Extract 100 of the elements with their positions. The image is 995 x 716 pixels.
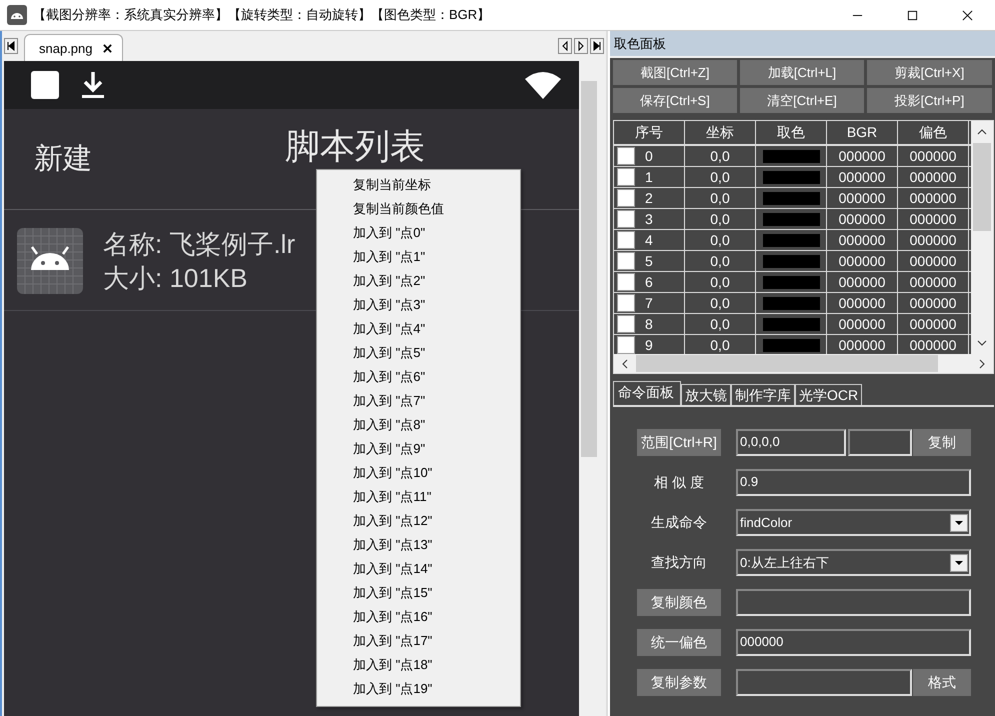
format-button[interactable]: 格式 [913,669,971,696]
panel-tab[interactable]: 光学OCR [795,384,862,405]
menu-item[interactable]: 加入到 "点11" [317,485,520,509]
table-cell: 0,0 [685,167,756,187]
menu-item[interactable]: 加入到 "点5" [317,341,520,365]
menu-item[interactable]: 加入到 "点9" [317,437,520,461]
table-cell: 000000 [827,209,898,229]
table-cell: 0,0 [685,314,756,334]
table-cell: 000000 [898,230,969,250]
menu-item[interactable]: 加入到 "点18" [317,653,520,677]
menu-item[interactable]: 加入到 "点13" [317,533,520,557]
input-field[interactable]: 0.9 [736,469,971,496]
copy-button[interactable]: 复制 [913,429,971,456]
menu-item[interactable]: 加入到 "点1" [317,245,520,269]
scrollbar-thumb[interactable] [973,143,991,231]
column-header: 坐标 [685,121,756,144]
panel-tab[interactable]: 放大镜 [681,384,731,405]
input-field[interactable] [736,589,971,616]
checkbox[interactable] [617,315,635,333]
table-cell: 000000 [898,251,969,271]
checkbox[interactable] [617,147,635,165]
table-cell: 000000 [898,167,969,187]
scroll-down-icon[interactable] [977,340,987,346]
panel-tab[interactable]: 命令面板 [613,381,681,405]
screen-title: 脚本列表 [285,129,425,165]
checkbox[interactable] [617,231,635,249]
tool-button[interactable]: 保存[Ctrl+S] [613,88,737,113]
checkbox[interactable] [617,210,635,228]
checkbox[interactable] [617,273,635,291]
wifi-icon [525,71,561,99]
menu-item[interactable]: 加入到 "点6" [317,365,520,389]
previous-icon[interactable] [558,38,572,54]
scrollbar-thumb[interactable] [636,355,938,372]
menu-item[interactable]: 加入到 "点15" [317,581,520,605]
menu-item[interactable]: 加入到 "点12" [317,509,520,533]
scroll-right-icon[interactable] [979,358,985,368]
tool-button[interactable]: 投影[Ctrl+P] [867,88,992,113]
table-cell: 000000 [827,251,898,271]
table-cell: 000000 [827,293,898,313]
menu-item[interactable]: 复制当前颜色值 [317,197,520,221]
checkbox[interactable] [617,252,635,270]
menu-item[interactable]: 加入到 "点19" [317,677,520,701]
script-size: 大小: 101KB [103,262,249,294]
file-tab[interactable]: snap.png [24,34,122,61]
menu-item[interactable]: 加入到 "点16" [317,605,520,629]
tool-button[interactable]: 截图[Ctrl+Z] [613,60,737,85]
range-button[interactable]: 范围[Ctrl+R] [637,429,721,456]
dropdown[interactable]: 0:从左上往右下 [736,549,971,576]
checkbox[interactable] [617,336,635,354]
tool-button[interactable]: 清空[Ctrl+E] [740,88,864,113]
table-cell: 000000 [898,272,969,292]
menu-item[interactable]: 加入到 "点7" [317,389,520,413]
table-cell: 000000 [898,314,969,334]
row-index: 8 [645,315,653,334]
scroll-left-icon[interactable] [622,358,628,368]
menu-item[interactable]: 加入到 "点2" [317,269,520,293]
column-header: BGR [827,121,898,144]
table-cell: 0,0 [685,272,756,292]
last-page-icon[interactable] [590,38,604,54]
maximize-icon[interactable] [907,10,918,20]
table-cell: 000000 [827,230,898,250]
menu-item[interactable]: 加入到 "点8" [317,413,520,437]
row-index: 5 [645,252,653,271]
column-header: 序号 [614,121,685,144]
checkbox[interactable] [617,168,635,186]
column-header: 偏色 [898,121,969,144]
menu-item[interactable]: 加入到 "点10" [317,461,520,485]
new-label: 新建 [34,142,92,177]
close-icon[interactable] [962,10,973,20]
checkbox[interactable] [617,189,635,207]
menu-item[interactable]: 加入到 "点0" [317,221,520,245]
input-field[interactable]: 0,0,0,0 [736,429,846,456]
checkbox[interactable] [617,294,635,312]
dropdown[interactable]: findColor [736,509,971,536]
action-button[interactable]: 统一偏色 [637,629,721,656]
table-cell: 000000 [827,272,898,292]
action-button[interactable]: 复制参数 [637,669,721,696]
panel-tab[interactable]: 制作字库 [731,384,795,405]
action-button[interactable]: 复制颜色 [637,589,721,616]
first-page-icon[interactable] [4,38,18,54]
menu-item[interactable]: 加入到 "点14" [317,557,520,581]
field-label: 查找方向 [650,554,708,572]
table-cell: 0,0 [685,230,756,250]
close-icon[interactable] [102,44,112,52]
tool-button[interactable]: 剪裁[Ctrl+X] [867,60,992,85]
row-index: 1 [645,168,653,187]
menu-item[interactable]: 加入到 "点3" [317,293,520,317]
scroll-up-icon[interactable] [977,129,987,135]
tool-button[interactable]: 加载[Ctrl+L] [740,60,864,85]
table-cell: 0,0 [685,188,756,208]
input-field[interactable] [736,669,912,696]
menu-item[interactable]: 加入到 "点4" [317,317,520,341]
menu-item[interactable]: 加入到 "点17" [317,629,520,653]
input-field[interactable]: 000000 [736,629,971,656]
next-icon[interactable] [574,38,588,54]
field-label: 生成命令 [650,514,708,532]
menu-item[interactable]: 复制当前坐标 [317,173,520,197]
input-field[interactable] [848,429,912,456]
table-cell: 0,0 [685,209,756,229]
table-cell: 000000 [827,146,898,166]
